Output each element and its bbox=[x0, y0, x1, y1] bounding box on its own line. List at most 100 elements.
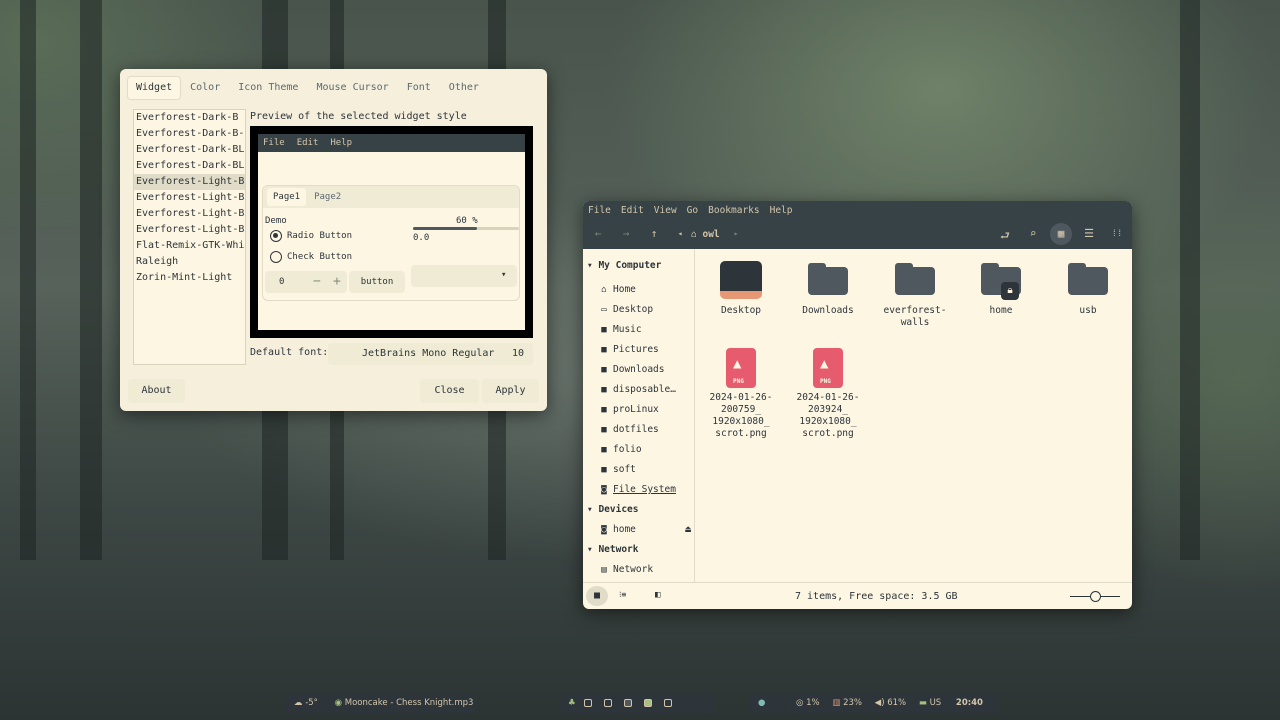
tab-icon-theme[interactable]: Icon Theme bbox=[230, 77, 306, 99]
section-label: Network bbox=[598, 544, 639, 555]
file-label: 2024-01-26- 200759_ 1920x1080_ scrot.png bbox=[709, 392, 773, 439]
tree-toggle-icon[interactable]: ⁝≡ bbox=[619, 590, 626, 599]
play-icon[interactable]: ◉ bbox=[335, 698, 342, 708]
compact-view-icon[interactable]: ⁞⁞ bbox=[1108, 229, 1126, 239]
path-right-icon[interactable]: ▸ bbox=[727, 229, 745, 238]
theme-item[interactable]: Raleigh bbox=[134, 254, 245, 270]
close-button[interactable]: Close bbox=[420, 379, 479, 403]
tab-color[interactable]: Color bbox=[182, 77, 228, 99]
sidebar-item-folio[interactable]: ■ folio bbox=[599, 444, 641, 455]
theme-item[interactable]: Everforest-Dark-BL bbox=[134, 142, 245, 158]
menu-help[interactable]: Help bbox=[770, 205, 793, 216]
file-manager-header: File Edit View Go Bookmarks Help ← → ↑ ◂… bbox=[583, 201, 1132, 249]
sidebar-item-downloads[interactable]: ■ Downloads bbox=[599, 364, 664, 375]
sidebar-toggle-icon[interactable]: ◧ bbox=[655, 590, 660, 600]
menu-bookmarks[interactable]: Bookmarks bbox=[708, 205, 759, 216]
clock[interactable]: 20:40 bbox=[956, 698, 983, 708]
section-my-computer[interactable]: ▾ My Computer bbox=[587, 260, 661, 271]
tab-mouse-cursor[interactable]: Mouse Cursor bbox=[308, 77, 396, 99]
menu-view[interactable]: View bbox=[654, 205, 677, 216]
workspace-2[interactable] bbox=[604, 698, 613, 707]
sidebar-item-home[interactable]: ⌂ Home bbox=[599, 284, 636, 295]
minus-icon[interactable]: − bbox=[313, 274, 321, 289]
preview-radio-button[interactable] bbox=[270, 230, 282, 242]
preview-notebook: Page1 Page2 Demo Radio Button Check Butt… bbox=[262, 185, 520, 301]
preview-spin-button[interactable]: 0 − + bbox=[265, 271, 347, 293]
volume-text[interactable]: 61% bbox=[887, 698, 906, 708]
preview-menu-file[interactable]: File bbox=[263, 134, 285, 152]
menu-file[interactable]: File bbox=[588, 205, 611, 216]
preview-combo[interactable]: ▾ bbox=[411, 265, 517, 287]
places-toggle-icon[interactable]: ■ bbox=[586, 586, 608, 606]
theme-item[interactable]: Everforest-Dark-B bbox=[134, 110, 245, 126]
sidebar-item-disposable[interactable]: ■ disposable… bbox=[599, 384, 676, 395]
workspace-1[interactable] bbox=[584, 698, 593, 707]
sidebar-item-label: disposable… bbox=[613, 384, 676, 395]
toggle-location-icon[interactable]: ⮐ bbox=[996, 227, 1014, 246]
menu-go[interactable]: Go bbox=[687, 205, 698, 216]
section-network[interactable]: ▾ Network bbox=[587, 544, 639, 555]
cloud-icon: ☁ bbox=[294, 698, 303, 708]
preview-tab-page1[interactable]: Page1 bbox=[267, 188, 307, 206]
theme-item[interactable]: Zorin-Mint-Light bbox=[134, 270, 245, 286]
apply-button[interactable]: Apply bbox=[482, 379, 539, 403]
theme-item[interactable]: Everforest-Light-BL-LB bbox=[134, 222, 245, 238]
zoom-slider-handle[interactable] bbox=[1090, 591, 1101, 602]
theme-item-selected[interactable]: Everforest-Light-B bbox=[134, 174, 245, 190]
up-icon[interactable]: ↑ bbox=[645, 227, 663, 240]
theme-item[interactable]: Flat-Remix-GTK-White-Darkest bbox=[134, 238, 245, 254]
path-button-home[interactable]: ⌂ owl bbox=[691, 229, 720, 240]
sidebar-item-file-system[interactable]: ◙ File System bbox=[599, 484, 676, 495]
tab-widget[interactable]: Widget bbox=[128, 77, 181, 99]
sidebar-item-device-home[interactable]: ◙ home ⏏ bbox=[599, 524, 691, 535]
volume-icon[interactable]: ◀︎) bbox=[875, 698, 885, 708]
default-font-row: Default font: JetBrains Mono Regular 10 bbox=[250, 343, 533, 367]
preview-menu-help[interactable]: Help bbox=[330, 134, 352, 152]
preview-button[interactable]: button bbox=[349, 271, 405, 293]
file-label: everforest- walls bbox=[883, 305, 947, 328]
plus-icon[interactable]: + bbox=[333, 274, 341, 289]
preview-check-button[interactable] bbox=[270, 251, 282, 263]
menu-edit[interactable]: Edit bbox=[621, 205, 644, 216]
sidebar-item-prolinux[interactable]: ■ proLinux bbox=[599, 404, 658, 415]
section-devices[interactable]: ▾ Devices bbox=[587, 504, 639, 515]
folder-icon bbox=[808, 263, 848, 295]
theme-item[interactable]: Everforest-Light-B-LB bbox=[134, 190, 245, 206]
sidebar-item-label: Music bbox=[613, 324, 642, 335]
media-title[interactable]: Mooncake - Chess Knight.mp3 bbox=[345, 698, 474, 708]
theme-list[interactable]: Everforest-Dark-B Everforest-Dark-B-LB E… bbox=[133, 109, 246, 365]
back-icon[interactable]: ← bbox=[589, 227, 607, 240]
path-left-icon[interactable]: ◂ bbox=[671, 229, 689, 238]
keyboard-layout[interactable]: US bbox=[930, 698, 942, 708]
file-label: usb bbox=[1079, 305, 1097, 316]
tab-other[interactable]: Other bbox=[441, 77, 487, 99]
forward-icon[interactable]: → bbox=[617, 227, 635, 240]
theme-item[interactable]: Everforest-Dark-BL-LB bbox=[134, 158, 245, 174]
font-chooser-button[interactable]: JetBrains Mono Regular 10 bbox=[328, 343, 533, 365]
image-file-icon: ▲ PNG bbox=[726, 348, 756, 388]
grid-view-icon[interactable]: ▦ bbox=[1050, 223, 1072, 245]
search-icon[interactable]: ⌕ bbox=[1024, 227, 1042, 240]
sidebar-item-dotfiles[interactable]: ■ dotfiles bbox=[599, 424, 658, 435]
tab-font[interactable]: Font bbox=[399, 77, 439, 99]
file-label: home bbox=[989, 305, 1013, 316]
sidebar-item-network[interactable]: ▤ Network bbox=[599, 564, 653, 575]
sidebar-item-soft[interactable]: ■ soft bbox=[599, 464, 636, 475]
theme-item[interactable]: Everforest-Dark-B-LB bbox=[134, 126, 245, 142]
workspace-5[interactable] bbox=[664, 698, 673, 707]
workspace-3[interactable] bbox=[624, 698, 633, 707]
workspace-active[interactable] bbox=[644, 698, 653, 707]
sidebar-item-label: File System bbox=[613, 484, 676, 495]
eject-icon[interactable]: ⏏ bbox=[685, 524, 691, 535]
theme-item[interactable]: Everforest-Light-BL bbox=[134, 206, 245, 222]
sidebar-item-music[interactable]: ■ Music bbox=[599, 324, 642, 335]
sidebar-item-pictures[interactable]: ■ Pictures bbox=[599, 344, 658, 355]
folder-icon: ■ bbox=[601, 325, 607, 335]
chat-icon[interactable]: ● bbox=[758, 698, 765, 708]
preview-menu-edit[interactable]: Edit bbox=[297, 134, 319, 152]
preview-tab-page2[interactable]: Page2 bbox=[308, 188, 347, 206]
about-button[interactable]: About bbox=[128, 379, 185, 403]
default-font-label: Default font: bbox=[250, 347, 329, 358]
sidebar-item-desktop[interactable]: ▭ Desktop bbox=[599, 304, 653, 315]
list-view-icon[interactable]: ☰ bbox=[1080, 227, 1098, 240]
